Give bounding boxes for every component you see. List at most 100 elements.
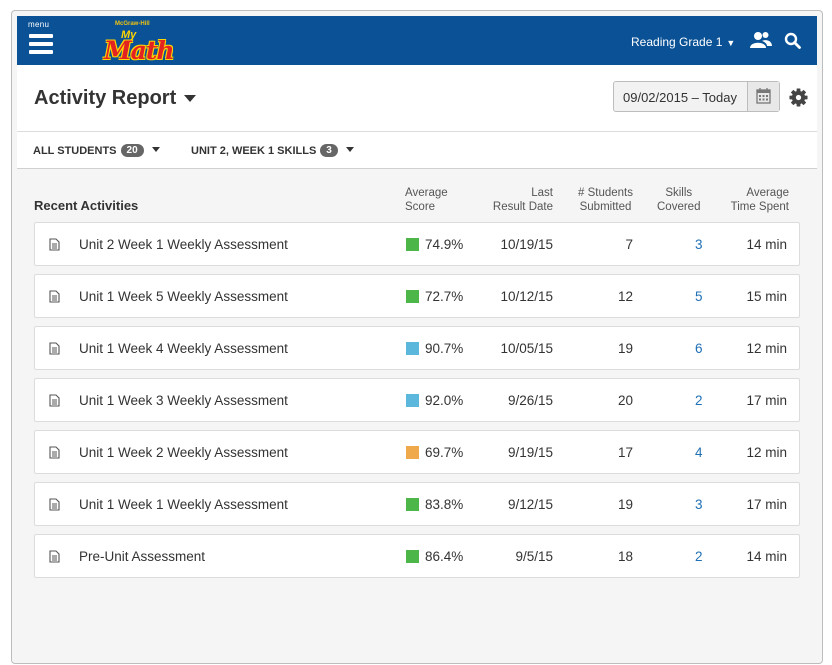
people-icon[interactable] — [750, 31, 772, 49]
count-badge: 3 — [320, 144, 338, 157]
column-header-average-time-spent: Average Time Spent — [731, 186, 789, 214]
report-header: Activity Report 09/02/2015 – Today — [17, 65, 817, 132]
filter-label: UNIT 2, WEEK 1 SKILLS — [191, 145, 317, 157]
all-students-filter[interactable]: ALL STUDENTS 20 — [33, 144, 160, 157]
column-header-line: Result Date — [492, 201, 553, 213]
average-time-spent: 12 min — [746, 341, 787, 356]
activity-name: Unit 1 Week 4 Weekly Assessment — [79, 341, 288, 356]
activity-name: Unit 2 Week 1 Weekly Assessment — [79, 237, 288, 252]
students-submitted: 18 — [617, 549, 633, 564]
column-header-last-result-date: Last Result Date — [493, 186, 553, 214]
document-icon — [49, 446, 60, 459]
students-submitted: 7 — [625, 237, 633, 252]
activity-row[interactable]: Unit 1 Week 2 Weekly Assessment 69.7% 9/… — [34, 430, 800, 474]
activity-row[interactable]: Unit 1 Week 5 Weekly Assessment 72.7% 10… — [34, 274, 800, 318]
skills-covered-link[interactable]: 5 — [695, 289, 703, 304]
column-header-line: Submitted — [579, 201, 632, 213]
activity-name: Unit 1 Week 3 Weekly Assessment — [79, 393, 288, 408]
students-submitted: 17 — [617, 445, 633, 460]
skills-covered-link[interactable]: 6 — [695, 341, 703, 356]
score-color-indicator — [406, 342, 419, 355]
last-result-date: 9/26/15 — [507, 393, 553, 408]
caret-down-icon: ▼ — [726, 38, 736, 48]
filter-label: ALL STUDENTS — [33, 145, 117, 157]
column-header-line: # Students — [578, 187, 633, 199]
score-color-indicator — [406, 550, 419, 563]
gear-icon[interactable] — [789, 88, 808, 107]
logo-math-text: Math — [104, 36, 175, 65]
average-score: 92.0% — [425, 393, 464, 408]
score-color-indicator — [406, 446, 419, 459]
activity-name: Unit 1 Week 1 Weekly Assessment — [79, 497, 288, 512]
skills-covered-link[interactable]: 3 — [695, 497, 703, 512]
skills-covered-link[interactable]: 2 — [695, 393, 703, 408]
document-icon — [49, 394, 60, 407]
grade-selector[interactable]: Reading Grade 1 ▼ — [631, 35, 735, 49]
activity-row[interactable]: Unit 1 Week 1 Weekly Assessment 83.8% 9/… — [34, 482, 800, 526]
report-title-dropdown[interactable]: Activity Report — [34, 87, 197, 110]
document-icon — [49, 550, 60, 563]
average-score: 83.8% — [425, 497, 464, 512]
column-header-line: Covered — [657, 201, 701, 213]
top-navigation-bar: menu McGraw-Hill My Math Reading Grade 1… — [17, 16, 817, 65]
last-result-date: 10/05/15 — [500, 341, 553, 356]
average-time-spent: 14 min — [746, 549, 787, 564]
grade-selector-label: Reading Grade 1 — [631, 35, 723, 49]
activity-name: Unit 1 Week 5 Weekly Assessment — [79, 289, 288, 304]
students-submitted: 19 — [617, 497, 633, 512]
column-header-line: Skills — [665, 187, 693, 199]
last-result-date: 9/12/15 — [507, 497, 553, 512]
score-color-indicator — [406, 394, 419, 407]
column-header-skills-covered: Skills Covered — [657, 186, 700, 214]
average-time-spent: 15 min — [746, 289, 787, 304]
last-result-date: 10/12/15 — [500, 289, 553, 304]
activity-name: Unit 1 Week 2 Weekly Assessment — [79, 445, 288, 460]
last-result-date: 10/19/15 — [500, 237, 553, 252]
score-color-indicator — [406, 290, 419, 303]
activity-row[interactable]: Unit 1 Week 4 Weekly Assessment 90.7% 10… — [34, 326, 800, 370]
column-header-line: Last — [531, 187, 553, 199]
my-math-logo: McGraw-Hill My Math — [101, 21, 181, 65]
average-score: 90.7% — [425, 341, 464, 356]
caret-down-icon — [184, 95, 197, 103]
caret-down-icon — [345, 147, 354, 152]
count-badge: 20 — [120, 144, 144, 157]
calendar-icon — [756, 88, 771, 104]
document-icon — [49, 238, 60, 251]
average-score: 74.9% — [425, 237, 464, 252]
last-result-date: 9/5/15 — [515, 549, 553, 564]
search-icon[interactable] — [784, 32, 801, 49]
section-title: Recent Activities — [34, 198, 139, 213]
average-score: 69.7% — [425, 445, 464, 460]
activity-row[interactable]: Pre-Unit Assessment 86.4% 9/5/15 18 2 14… — [34, 534, 800, 578]
document-icon — [49, 290, 60, 303]
calendar-button[interactable] — [747, 82, 779, 111]
column-header-line: Time Spent — [730, 201, 789, 213]
score-color-indicator — [406, 238, 419, 251]
average-time-spent: 17 min — [746, 497, 787, 512]
score-color-indicator — [406, 498, 419, 511]
activity-name: Pre-Unit Assessment — [79, 549, 206, 564]
skills-covered-link[interactable]: 2 — [695, 549, 703, 564]
activity-row[interactable]: Unit 1 Week 3 Weekly Assessment 92.0% 9/… — [34, 378, 800, 422]
students-submitted: 20 — [617, 393, 633, 408]
page-title: Activity Report — [34, 87, 177, 109]
hamburger-icon-bar-3 — [29, 50, 53, 54]
filter-bar: ALL STUDENTS 20 UNIT 2, WEEK 1 SKILLS 3 — [17, 132, 817, 169]
skills-covered-link[interactable]: 3 — [695, 237, 703, 252]
hamburger-icon-bar-2 — [29, 42, 53, 46]
menu-button[interactable]: menu — [25, 20, 59, 64]
column-header-average-score: Average Score — [405, 186, 448, 214]
menu-label: menu — [28, 20, 50, 29]
document-icon — [49, 498, 60, 511]
column-header-students-submitted: # Students Submitted — [578, 186, 633, 214]
hamburger-icon-bar-1 — [29, 34, 53, 38]
skills-filter[interactable]: UNIT 2, WEEK 1 SKILLS 3 — [191, 144, 354, 157]
average-score: 86.4% — [425, 549, 464, 564]
date-range-picker[interactable]: 09/02/2015 – Today — [613, 81, 780, 112]
date-range-value: 09/02/2015 – Today — [623, 90, 737, 105]
caret-down-icon — [151, 147, 160, 152]
column-header-line: Average — [405, 187, 448, 199]
activity-row[interactable]: Unit 2 Week 1 Weekly Assessment 74.9% 10… — [34, 222, 800, 266]
skills-covered-link[interactable]: 4 — [695, 445, 703, 460]
